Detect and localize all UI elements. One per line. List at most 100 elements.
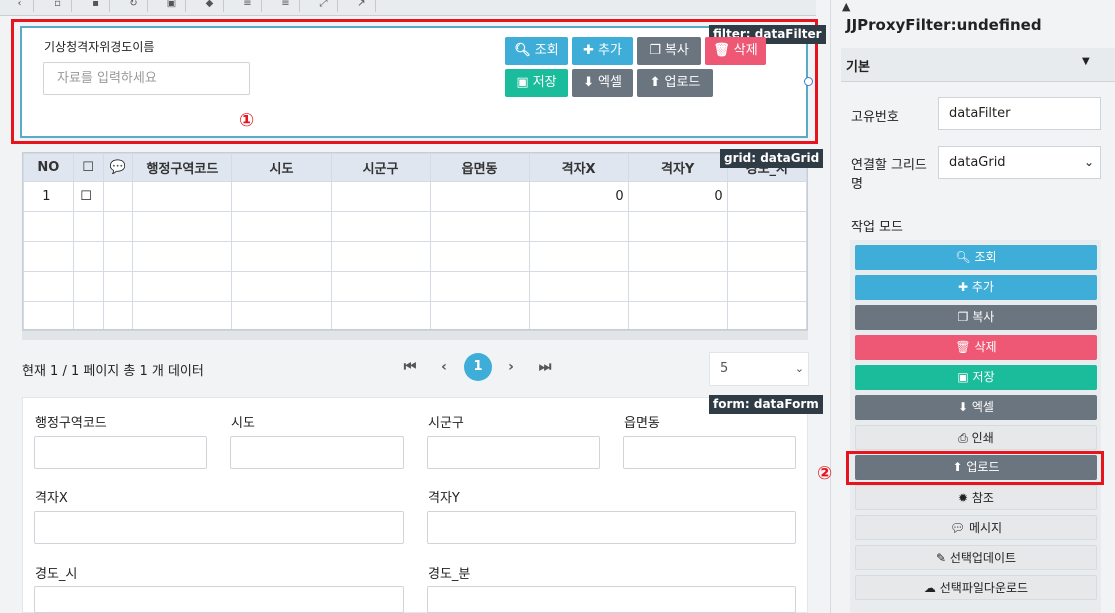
section-basic-label: 기본 [846,60,870,75]
save-button[interactable]: ▣ 저장 [505,69,568,97]
col-sido[interactable]: 시도 [231,153,332,182]
form-label-grid-x: 격자X [35,491,68,506]
page-summary: 현재 1 / 1 페이지 총 1 개 데이터 [22,364,204,379]
mode-select-update-button[interactable]: ✎ 선택업데이트 [855,545,1097,570]
chevron-down-icon: ⌄ [794,362,804,375]
table-row[interactable] [23,211,807,242]
col-no[interactable]: NO [23,153,74,182]
col-grid-y[interactable]: 격자Y [627,153,728,182]
mode-message-button[interactable]: 💬︎ 메시지 [855,515,1097,540]
page-size-select[interactable]: 5 ⌄ [709,352,809,386]
mode-label: 작업 모드 [851,220,903,235]
floppy-icon: ▣ [516,75,529,90]
copy-icon: ❐ [649,43,661,58]
resize-handle[interactable] [804,77,813,86]
sigungu-field[interactable] [427,436,600,469]
panel-title: JJProxyFilter:undefined [846,16,1042,34]
mode-print-button[interactable]: ⎙ 인쇄 [855,425,1097,450]
mode-reference-button[interactable]: ✹ 참조 [855,485,1097,510]
caret-down-icon[interactable]: ▼ [1082,56,1090,67]
top-toolbar: ‹ ▫ ▪ ↻ ▣ ◆ ≡ ≡ ⤢ ↗ [0,0,816,16]
highlight-box-upload [846,451,1104,485]
col-comment[interactable]: 💬 [102,153,134,182]
cursor-icon[interactable]: ↗ [348,0,376,12]
mode-search-button[interactable]: 🔍︎ 조회 [855,245,1097,270]
search-icon: 🔍︎ [955,250,975,264]
print-icon: ⎙ [958,431,972,445]
grid-name-label-line2: 명 [851,177,863,192]
id-label: 고유번호 [851,110,899,125]
floppy-icon: ▣ [957,370,973,384]
pin-icon[interactable]: ▲ [842,0,850,13]
eupmyeondong-field[interactable] [623,436,796,469]
align-bottom-icon[interactable]: ≡ [272,0,300,12]
grid-y-field[interactable] [427,511,796,544]
grid-header-row: NO ☐ 💬 행정구역코드 시도 시군구 읍면동 격자X 격자Y 경도_시 [23,153,807,182]
upload-icon: ⬆ [649,75,661,90]
section-basic[interactable] [841,48,1115,82]
upload-button[interactable]: ⬆ 업로드 [637,69,713,97]
delete-button[interactable]: 🗑︎ 삭제 [705,37,766,65]
table-row[interactable] [23,301,807,329]
region-code-field[interactable] [34,436,207,469]
diamond-icon[interactable]: ◆ [196,0,224,12]
excel-button[interactable]: ⬇ 엑셀 [572,69,633,97]
add-button[interactable]: ✚ 추가 [572,37,633,65]
search-button[interactable]: 🔍︎ 조회 [505,37,568,65]
form-label-eupmyeondong: 읍면동 [624,416,660,431]
form-label-sigungu: 시군구 [428,416,464,431]
trash-icon: 🗑︎ [713,43,730,58]
mode-save-button[interactable]: ▣ 저장 [855,365,1097,390]
table-row[interactable] [23,241,807,272]
paste-icon[interactable]: ▪ [82,0,110,12]
expand-icon[interactable]: ⤢ [310,0,338,12]
mode-select-download-button[interactable]: ☁ 선택파일다운로드 [855,575,1097,600]
marker-1: ① [239,110,255,131]
col-grid-x[interactable]: 격자X [528,153,629,182]
horizontal-scrollbar[interactable] [22,330,808,340]
chat-icon: 💬︎ [949,521,969,535]
table-row[interactable]: 1 ☐ 0 0 [23,181,807,212]
lon-hour-field[interactable] [34,586,404,613]
last-page-icon[interactable]: ⏭︎ [531,352,559,382]
form-label-region-code: 행정구역코드 [35,416,107,431]
redo-icon[interactable]: ↻ [120,0,148,12]
grid-name-select[interactable]: dataGrid ⌄ [938,146,1101,179]
align-top-icon[interactable]: ≡ [234,0,262,12]
form-tag: form: dataForm [709,395,823,414]
id-input[interactable]: dataFilter [938,97,1101,130]
chevron-down-icon: ⌄ [1083,155,1094,169]
mode-delete-button[interactable]: 🗑︎ 삭제 [855,335,1097,360]
save-icon[interactable]: ▣ [158,0,186,12]
col-check[interactable]: ☐ [72,153,104,182]
grid-x-field[interactable] [34,511,404,544]
trash-icon: 🗑︎ [955,340,975,354]
data-grid[interactable]: NO ☐ 💬 행정구역코드 시도 시군구 읍면동 격자X 격자Y 경도_시 1 … [22,152,808,330]
page-number-current[interactable]: 1 [464,353,492,381]
copy-button[interactable]: ❐ 복사 [637,37,701,65]
first-page-icon[interactable]: ⏮︎ [396,352,424,382]
edit-icon: ✎ [935,551,950,565]
cloud-download-icon: ☁ [923,581,940,595]
mode-excel-button[interactable]: ⬇ 엑셀 [855,395,1097,420]
plus-icon: ✚ [958,280,972,294]
mode-copy-button[interactable]: ❐ 복사 [855,305,1097,330]
grid-name-label-line1: 연결할 그리드 [851,158,927,173]
col-eupmyeondong[interactable]: 읍면동 [429,153,530,182]
mode-add-button[interactable]: ✚ 추가 [855,275,1097,300]
next-page-icon[interactable]: › [497,352,525,382]
prev-page-icon[interactable]: ‹ [430,352,458,382]
undo-icon[interactable]: ‹ [6,0,34,12]
table-row[interactable] [23,271,807,302]
copy-icon[interactable]: ▫ [44,0,72,12]
filter-name-input[interactable]: 자료를 입력하세요 [43,62,250,95]
lon-min-field[interactable] [427,586,796,613]
grid-table: NO ☐ 💬 행정구역코드 시도 시군구 읍면동 격자X 격자Y 경도_시 1 … [23,153,807,329]
filter-field-label: 기상청격자위경도이름 [44,40,155,54]
data-form [22,397,808,613]
col-sigungu[interactable]: 시군구 [330,153,431,182]
col-region-code[interactable]: 행정구역코드 [132,153,233,182]
row-checkbox[interactable]: ☐ [72,181,104,212]
sido-field[interactable] [230,436,404,469]
download-icon: ⬇ [583,75,594,90]
